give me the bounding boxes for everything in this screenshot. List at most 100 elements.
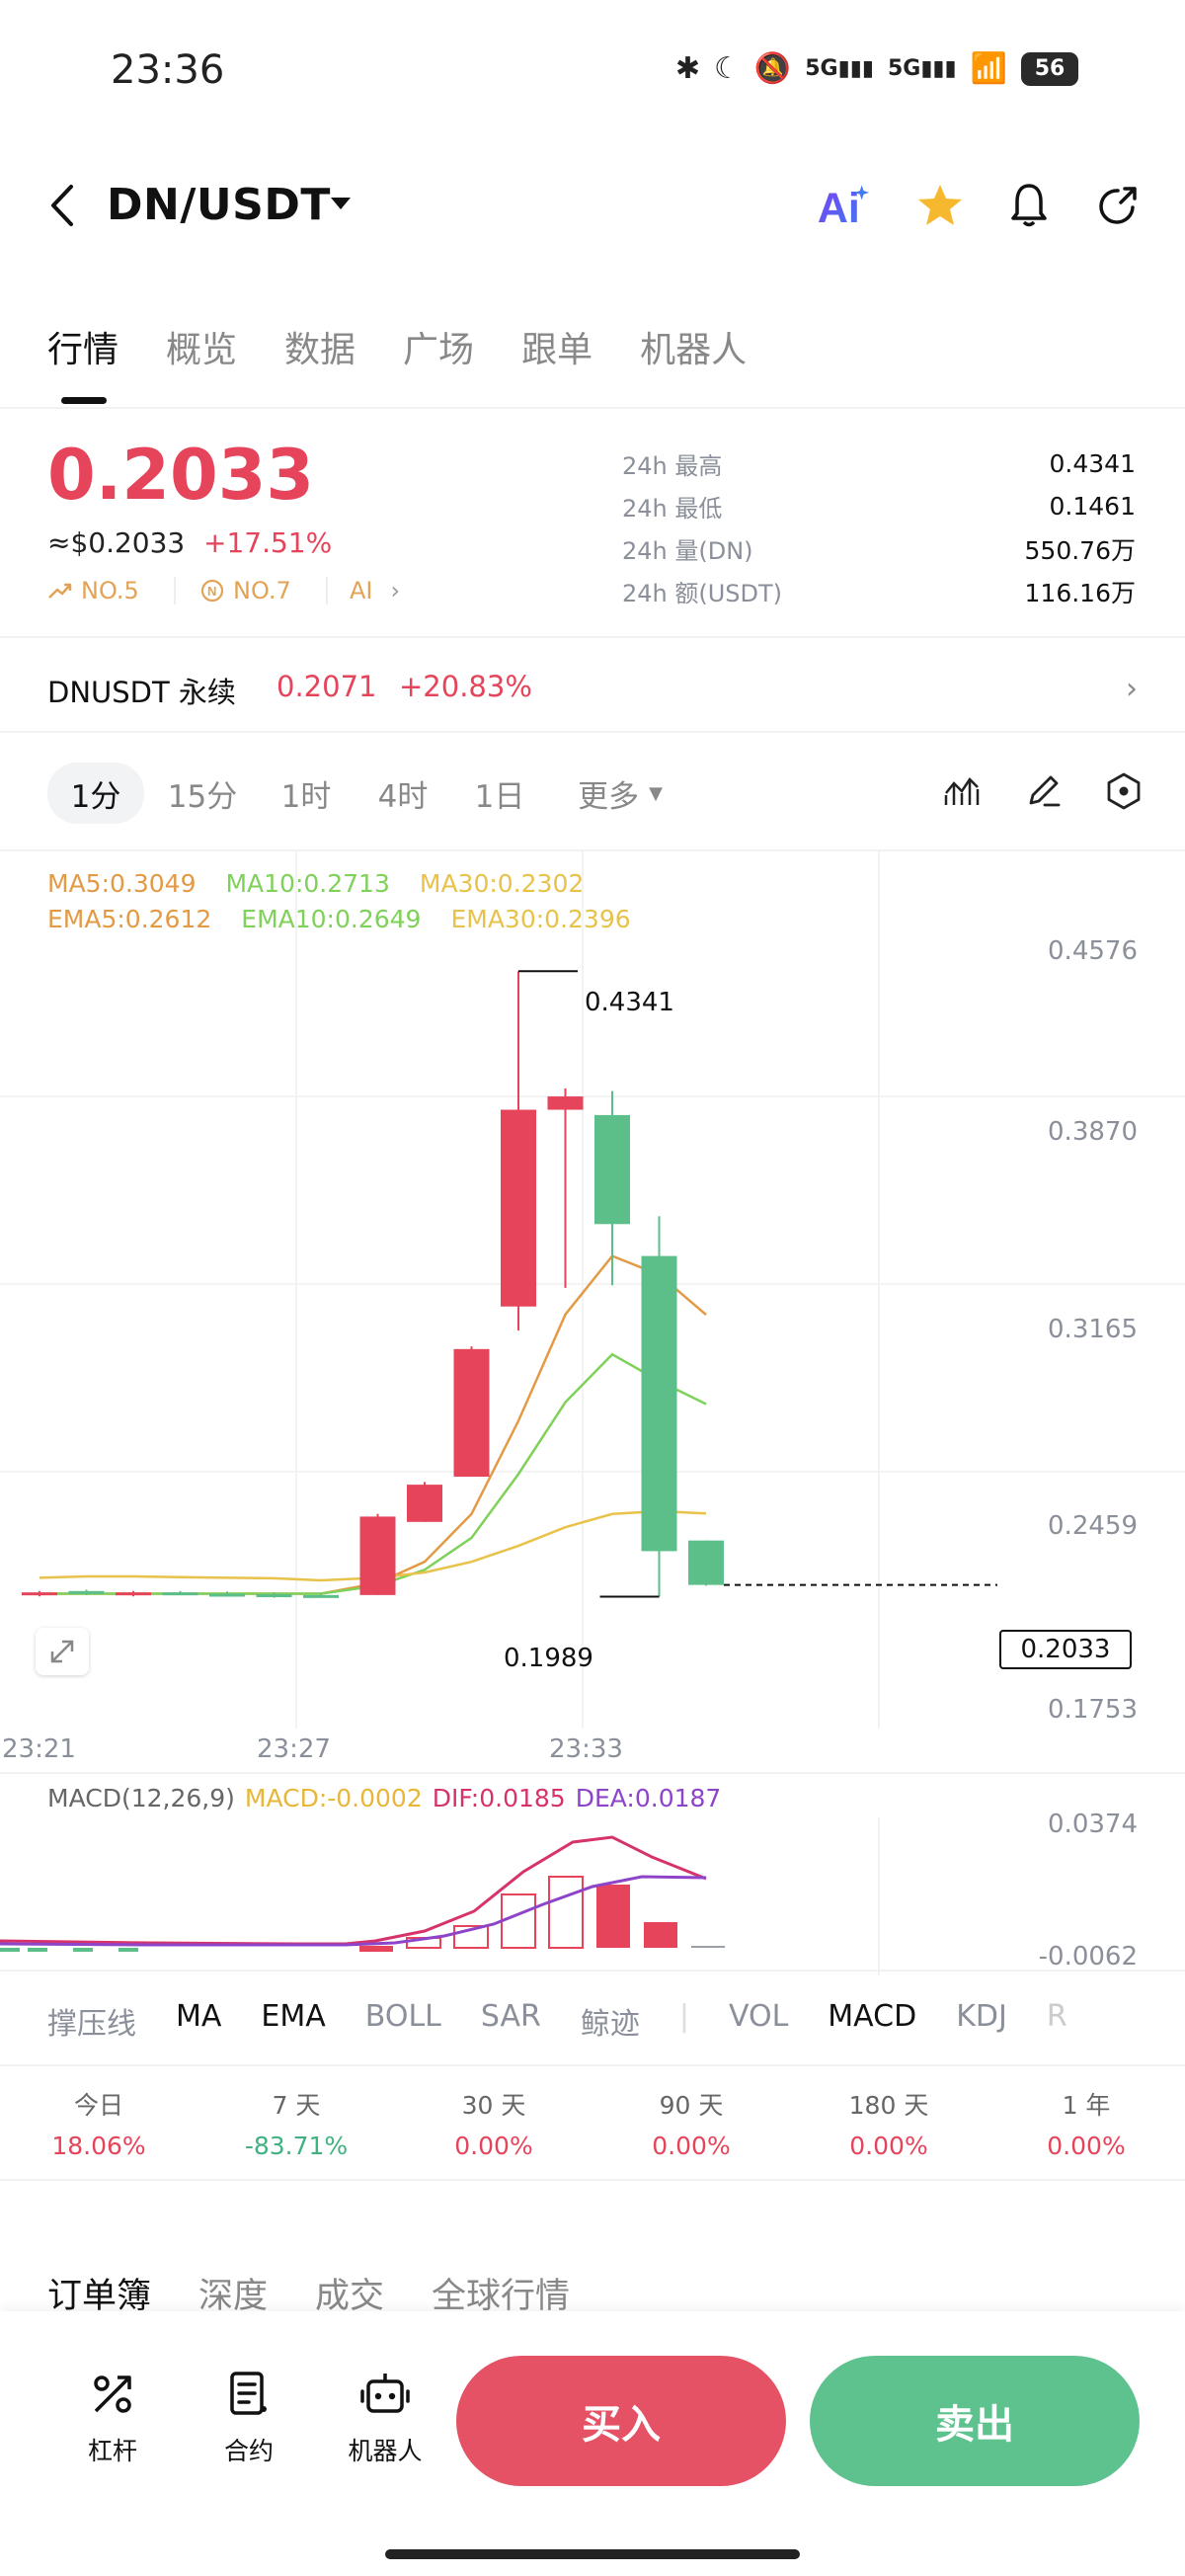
leverage-label: 杠杆 xyxy=(87,2437,137,2465)
rank-badge-new[interactable]: N NO.7 xyxy=(199,577,291,604)
divider xyxy=(174,577,176,604)
indicator-support[interactable]: 撑压线 xyxy=(47,1999,136,2043)
tab-overview[interactable]: 概览 xyxy=(166,321,237,372)
stat-value: 0.4341 xyxy=(1049,449,1136,478)
divider xyxy=(0,1970,1185,1972)
perpetual-price: 0.2071 xyxy=(276,670,377,703)
indicator-ma[interactable]: MA xyxy=(176,1999,221,2043)
bluetooth-icon: ✱ xyxy=(674,51,700,86)
contract-button[interactable]: 合约 xyxy=(190,2365,308,2467)
tab-data[interactable]: 数据 xyxy=(284,321,356,372)
macd-bar xyxy=(691,1946,725,1948)
interval-1d[interactable]: 1日 xyxy=(460,763,539,824)
status-icons: ✱ ☾ 🔕 5G▮▮▮ 5G▮▮▮ 📶 56 xyxy=(675,51,1078,86)
ai-icon[interactable]: Ai xyxy=(816,178,871,233)
mute-bell-icon: 🔕 xyxy=(753,51,792,86)
indicator-divider: | xyxy=(678,1999,689,2034)
rank-badge-trend[interactable]: NO.5 xyxy=(47,577,139,604)
perf-90d: 90 天 0.00% xyxy=(592,2086,790,2160)
stat-label: 24h 最高 xyxy=(622,452,723,480)
indicator-sar[interactable]: SAR xyxy=(481,1999,541,2043)
interval-15m[interactable]: 15分 xyxy=(158,763,247,824)
stat-value: 0.1461 xyxy=(1049,492,1136,521)
y-axis-label: 0.3870 xyxy=(1048,1117,1138,1147)
perf-7d: 7 天 -83.71% xyxy=(198,2086,395,2160)
battery-icon: 56 xyxy=(1021,51,1078,86)
indicator-macd[interactable]: MACD xyxy=(828,1999,916,2043)
divider xyxy=(0,731,1185,733)
share-icon[interactable] xyxy=(1090,178,1146,233)
last-price: 0.2033 xyxy=(47,435,315,516)
back-button[interactable] xyxy=(47,183,79,232)
dea-value: DEA:0.0187 xyxy=(575,1784,722,1812)
pair-title[interactable]: DN/USDT xyxy=(107,180,331,230)
candle-body xyxy=(453,1348,490,1478)
macd-bar xyxy=(118,1948,138,1952)
bot-label: 机器人 xyxy=(348,2437,423,2465)
chevron-right-icon[interactable]: › xyxy=(1126,672,1138,706)
home-indicator[interactable] xyxy=(385,2549,800,2559)
divider xyxy=(0,407,1185,409)
candle-body xyxy=(547,1096,584,1110)
indicator-more[interactable]: R xyxy=(1047,1999,1067,2043)
candlestick-chart[interactable] xyxy=(0,849,1185,1729)
perf-value: 0.00% xyxy=(849,2132,928,2160)
tab-copy-trade[interactable]: 跟单 xyxy=(521,321,592,372)
rank-1-label: NO.5 xyxy=(81,577,139,604)
draw-pencil-icon[interactable] xyxy=(1017,765,1068,817)
ai-analysis-link[interactable]: AI › xyxy=(350,577,400,604)
interval-more[interactable]: 更多 ▼ xyxy=(561,763,679,824)
stat-row: 24h 最高 0.4341 xyxy=(622,443,1136,485)
divider xyxy=(0,2179,1185,2181)
macd-bar xyxy=(548,1876,584,1949)
grid-placeholder xyxy=(0,849,1185,864)
high-price-label: 0.4341 xyxy=(585,988,674,1017)
tab-bot[interactable]: 机器人 xyxy=(640,321,747,372)
perf-label: 180 天 xyxy=(848,2091,929,2120)
wifi-icon: 📶 xyxy=(970,51,1007,86)
candle-body xyxy=(256,1594,292,1598)
candle-body xyxy=(359,1516,396,1595)
macd-histogram xyxy=(0,1876,725,1952)
bell-icon[interactable] xyxy=(1001,178,1057,233)
trend-up-icon xyxy=(48,583,72,599)
indicator-whale[interactable]: 鲸迹 xyxy=(581,1999,640,2043)
stat-value: 116.16万 xyxy=(1024,578,1136,607)
bot-button[interactable]: 机器人 xyxy=(326,2365,444,2467)
settings-hex-icon[interactable] xyxy=(1098,765,1149,817)
divider xyxy=(0,2064,1185,2066)
perf-label: 1 年 xyxy=(1062,2091,1111,2120)
indicator-ema[interactable]: EMA xyxy=(261,1999,325,2043)
perf-value: 18.06% xyxy=(51,2132,146,2160)
indicator-icon[interactable] xyxy=(936,765,988,817)
tab-square[interactable]: 广场 xyxy=(403,321,474,372)
x-axis-label: 23:33 xyxy=(549,1734,623,1764)
indicator-boll[interactable]: BOLL xyxy=(365,1999,441,2043)
expand-icon[interactable] xyxy=(36,1628,89,1675)
indicator-vol[interactable]: VOL xyxy=(729,1999,788,2043)
rank-2-label: NO.7 xyxy=(233,577,291,604)
interval-4h[interactable]: 4时 xyxy=(363,763,442,824)
ai-label: AI xyxy=(350,577,373,604)
y-axis-label: 0.3165 xyxy=(1048,1315,1138,1344)
perpetual-label[interactable]: DNUSDT 永续 xyxy=(47,670,236,711)
indicator-kdj[interactable]: KDJ xyxy=(956,1999,1007,2043)
sell-button[interactable]: 卖出 xyxy=(810,2356,1140,2486)
perf-label: 7 天 xyxy=(272,2091,321,2120)
macd-bar xyxy=(359,1946,393,1952)
y-axis-label: 0.4576 xyxy=(1048,936,1138,966)
svg-text:Ai: Ai xyxy=(818,185,860,231)
new-badge-icon: N xyxy=(200,579,224,603)
macd-chart xyxy=(0,1817,880,1975)
candle-body xyxy=(68,1590,105,1594)
interval-1m[interactable]: 1分 xyxy=(47,763,144,824)
leverage-button[interactable]: 杠杆 xyxy=(53,2365,172,2467)
buy-button[interactable]: 买入 xyxy=(456,2356,786,2486)
favorite-star-icon[interactable] xyxy=(912,178,968,233)
candle-body xyxy=(688,1540,724,1585)
interval-1h[interactable]: 1时 xyxy=(267,763,346,824)
pair-dropdown-icon[interactable] xyxy=(331,198,351,209)
svg-text:N: N xyxy=(207,584,216,599)
tab-market[interactable]: 行情 xyxy=(47,321,118,372)
divider xyxy=(326,577,328,604)
